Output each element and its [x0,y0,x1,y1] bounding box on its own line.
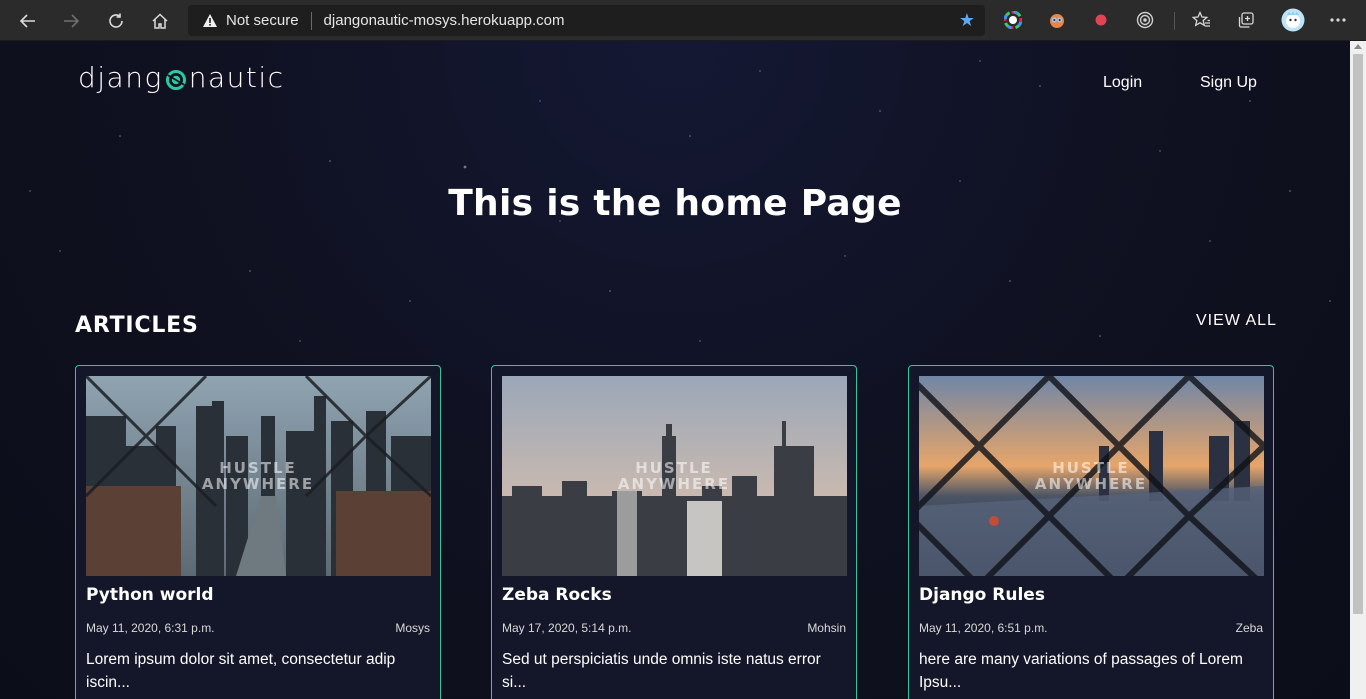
toolbar-separator [1174,12,1175,30]
color-wheel-extension-icon[interactable] [1003,10,1023,30]
scrollbar-thumb[interactable] [1353,54,1363,614]
address-bar[interactable]: Not secure djangonautic-mosys.herokuapp.… [188,5,985,36]
record-extension-icon[interactable] [1091,10,1111,30]
article-author: Mosys [395,621,430,635]
article-date: May 17, 2020, 5:14 p.m. [502,621,632,635]
article-thumbnail[interactable]: HUSTLE ANYWHERE [86,376,431,576]
image-overlay-text-2: ANYWHERE [618,475,730,493]
image-overlay-text-2: ANYWHERE [202,475,314,493]
owl-extension-icon[interactable] [1047,10,1067,30]
article-thumbnail[interactable]: HUSTLE ANYWHERE [919,376,1264,576]
article-title[interactable]: Django Rules [919,585,1045,605]
home-icon[interactable] [145,6,175,36]
logo-ring-icon [165,69,186,90]
article-author: Mohsin [807,621,846,635]
image-overlay-text-2: ANYWHERE [1035,475,1147,493]
page-title: This is the home Page [448,183,902,224]
security-label[interactable]: Not secure [226,12,299,29]
warning-icon[interactable] [202,13,218,29]
site-logo[interactable]: djang nautic [78,61,285,94]
back-icon[interactable] [13,6,43,36]
article-title[interactable]: Zeba Rocks [502,585,612,605]
logo-text-left: djang [78,61,163,94]
omnibox-separator [310,11,312,30]
more-menu-icon[interactable] [1328,10,1348,30]
logo-text-right: nautic [188,61,285,94]
profile-avatar-icon[interactable] [1281,8,1305,32]
article-author: Zeba [1235,621,1263,635]
favorites-icon[interactable] [1191,10,1211,30]
scroll-up-arrow-icon[interactable] [1354,44,1362,49]
article-excerpt: Lorem ipsum dolor sit amet, consectetur … [86,651,396,691]
favorite-star-icon[interactable]: ★ [959,10,975,31]
url-text[interactable]: djangonautic-mosys.herokuapp.com [324,12,565,29]
article-thumbnail[interactable]: HUSTLE ANYWHERE [502,376,847,576]
article-excerpt: Sed ut perspiciatis unde omnis iste natu… [502,651,821,691]
article-date: May 11, 2020, 6:51 p.m. [919,621,1048,635]
article-date: May 11, 2020, 6:31 p.m. [86,621,215,635]
signup-link[interactable]: Sign Up [1200,74,1257,92]
article-card[interactable]: HUSTLE ANYWHERE Python world May 11, 202… [75,365,441,699]
article-title[interactable]: Python world [86,585,214,605]
view-all-link[interactable]: VIEW ALL [1196,312,1277,330]
forward-icon[interactable] [56,6,86,36]
article-excerpt: here are many variations of passages of … [919,651,1243,691]
login-link[interactable]: Login [1103,74,1142,92]
browser-toolbar: Not secure djangonautic-mosys.herokuapp.… [0,0,1366,41]
articles-heading: ARTICLES [75,313,199,338]
web-page: djang nautic Login Sign Up This is the h… [0,41,1350,699]
article-card[interactable]: HUSTLE ANYWHERE Django Rules May 11, 202… [908,365,1274,699]
article-card[interactable]: HUSTLE ANYWHERE Zeba Rocks May 17, 2020,… [491,365,857,699]
collections-icon[interactable] [1236,10,1256,30]
reload-icon[interactable] [101,6,131,36]
target-extension-icon[interactable] [1135,10,1155,30]
